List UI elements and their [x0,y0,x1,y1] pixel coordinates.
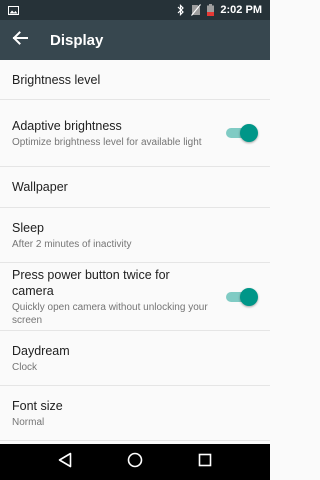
setting-title: Daydream [12,343,70,358]
setting-wallpaper[interactable]: Wallpaper [0,167,270,208]
setting-power-button-camera[interactable]: Press power button twice for camera Quic… [0,263,270,331]
setting-adaptive-brightness[interactable]: Adaptive brightness Optimize brightness … [0,100,270,167]
setting-title: Adaptive brightness [12,118,122,133]
page-title: Display [50,31,104,49]
setting-title: Brightness level [12,72,101,87]
setting-title: Font size [12,398,63,413]
battery-icon [207,4,215,16]
nav-back-button[interactable] [50,447,80,477]
recents-square-icon [198,453,212,472]
setting-sleep[interactable]: Sleep After 2 minutes of inactivity [0,208,270,263]
setting-title: Wallpaper [12,180,68,194]
setting-summary: After 2 minutes of inactivity [12,238,132,250]
settings-list[interactable]: Brightness level Adaptive brightness Opt… [0,60,270,444]
setting-title: Sleep [12,220,44,235]
setting-summary: Quickly open camera without unlocking yo… [12,301,208,326]
system-navigation-bar [0,444,270,480]
status-bar: 2:02 PM [0,0,270,20]
setting-title: Press power button twice for camera [12,267,170,298]
switch-thumb [240,287,258,306]
setting-summary: Normal [12,416,45,428]
photo-notification-icon [8,5,19,15]
arrow-back-icon [12,30,28,51]
app-bar: Display [0,20,270,60]
setting-font-size[interactable]: Font size Normal [0,386,270,441]
setting-summary: Optimize brightness level for available … [12,136,202,148]
nav-recents-button[interactable] [190,447,220,477]
switch-thumb [240,124,258,142]
home-circle-icon [127,452,143,473]
bluetooth-icon [177,4,185,16]
setting-brightness-level[interactable]: Brightness level [0,60,270,100]
power-button-camera-switch[interactable] [222,287,258,307]
setting-daydream[interactable]: Daydream Clock [0,331,270,386]
back-triangle-icon [58,452,72,473]
navigate-up-button[interactable] [0,20,40,60]
nav-home-button[interactable] [120,447,150,477]
no-sim-icon [191,4,202,16]
setting-summary: Clock [12,361,38,373]
status-time: 2:02 PM [220,4,262,16]
adaptive-brightness-switch[interactable] [222,123,258,143]
